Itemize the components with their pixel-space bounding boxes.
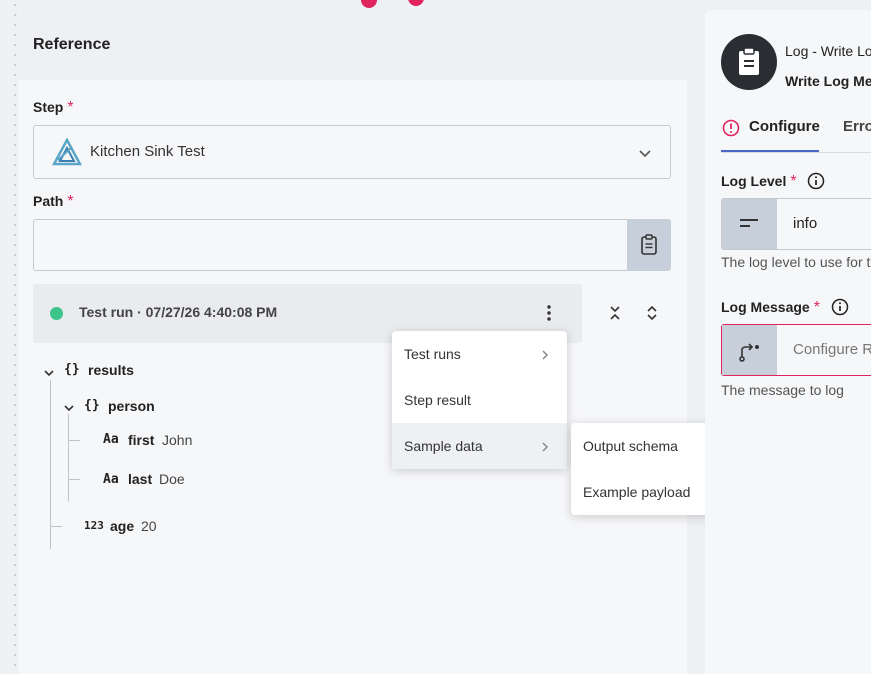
chevron-down-icon[interactable]: [43, 365, 55, 383]
log-message-label-text: Log Message: [721, 299, 810, 315]
panel-title: Reference: [33, 36, 111, 53]
log-level-label-text: Log Level: [721, 173, 787, 189]
path-field-label: Path *: [33, 193, 74, 211]
tree-value-first: John: [162, 432, 193, 448]
step-field-label: Step *: [33, 99, 74, 117]
menu-item-label: Example payload: [583, 484, 691, 500]
step-select[interactable]: Kitchen Sink Test: [33, 125, 671, 179]
step-select-value: Kitchen Sink Test: [90, 143, 205, 160]
step-avatar: [721, 34, 777, 90]
tab-errors[interactable]: Erro: [843, 118, 871, 135]
log-level-type-toggle[interactable]: [722, 199, 777, 249]
tree-guide-line: [50, 526, 62, 527]
reference-header: Reference: [18, 10, 687, 80]
test-run-context-menu: Test runs Step result Sample data: [392, 331, 567, 469]
canvas-dot-rail: [14, 0, 16, 674]
menu-item-step-result[interactable]: Step result: [392, 377, 567, 423]
chevron-right-icon: [541, 440, 549, 456]
menu-item-label: Test runs: [404, 346, 461, 362]
object-type-icon: {}: [64, 362, 80, 377]
tree-guide-line: [68, 414, 69, 502]
path-label-text: Path: [33, 193, 64, 209]
tree-guide-line: [68, 479, 80, 480]
string-type-icon: Aa: [103, 472, 119, 487]
menu-item-label: Output schema: [583, 438, 678, 454]
tree-key-age[interactable]: age: [110, 518, 134, 534]
clipboard-icon: [641, 234, 657, 255]
active-tab-indicator: [721, 150, 819, 152]
chevron-right-icon: [541, 348, 549, 364]
log-message-input[interactable]: Configure R: [721, 324, 871, 376]
menu-item-label: Step result: [404, 392, 471, 408]
step-config-panel: Log - Write Lo Write Log Me Configure Er…: [705, 10, 871, 674]
number-type-icon: 123: [84, 519, 104, 532]
tree-guide-line: [68, 440, 80, 441]
required-asterisk: *: [67, 193, 74, 210]
status-dot: [50, 307, 63, 320]
tree-key-first[interactable]: first: [128, 432, 154, 448]
tree-key-results[interactable]: results: [88, 362, 134, 378]
canvas-connector-marker[interactable]: [361, 0, 377, 8]
step-type-title: Log - Write Lo: [785, 43, 871, 59]
chevron-down-icon: [638, 146, 652, 164]
tree-guide-line: [50, 380, 51, 549]
error-alert-icon: [722, 119, 740, 142]
reference-branch-icon: [739, 343, 759, 362]
log-message-help-text: The message to log: [721, 382, 844, 398]
log-message-type-toggle[interactable]: [722, 325, 777, 375]
clipboard-icon: [739, 47, 759, 75]
string-type-icon: Aa: [103, 432, 119, 447]
more-vert-icon[interactable]: [539, 302, 559, 324]
tree-key-last[interactable]: last: [128, 471, 152, 487]
step-logo-icon: [51, 137, 83, 171]
step-label-text: Step: [33, 99, 64, 115]
canvas-error-marker[interactable]: [408, 0, 424, 6]
log-level-select[interactable]: info: [721, 198, 871, 250]
test-run-label: Test run · 07/27/26 4:40:08 PM: [79, 304, 278, 320]
clipboard-button[interactable]: [627, 219, 671, 271]
chevron-down-icon[interactable]: [63, 400, 75, 418]
log-message-placeholder: Configure R: [793, 341, 871, 358]
required-asterisk: *: [813, 299, 820, 316]
tree-key-person[interactable]: person: [108, 398, 155, 414]
object-type-icon: {}: [84, 398, 100, 413]
log-level-help-text: The log level to use for t: [721, 254, 871, 270]
info-icon[interactable]: [831, 298, 849, 321]
step-name: Write Log Me: [785, 73, 871, 89]
menu-item-test-runs[interactable]: Test runs: [392, 331, 567, 377]
required-asterisk: *: [67, 99, 74, 116]
log-level-label: Log Level *: [721, 173, 797, 191]
tab-divider: [721, 152, 871, 153]
log-level-value: info: [793, 215, 818, 232]
path-input[interactable]: [33, 219, 627, 271]
menu-item-label: Sample data: [404, 438, 483, 454]
info-icon[interactable]: [807, 172, 825, 195]
tree-value-last: Doe: [159, 471, 185, 487]
short-text-icon: [740, 219, 758, 227]
collapse-all-icon[interactable]: [608, 304, 622, 327]
required-asterisk: *: [790, 173, 797, 190]
menu-item-sample-data[interactable]: Sample data: [392, 423, 567, 469]
log-message-label: Log Message *: [721, 299, 820, 317]
expand-all-icon[interactable]: [645, 304, 659, 327]
reference-panel: Reference Step * Kitchen Sink Test Path *: [18, 10, 687, 674]
tab-configure[interactable]: Configure: [749, 118, 820, 135]
tree-value-age: 20: [141, 518, 157, 534]
